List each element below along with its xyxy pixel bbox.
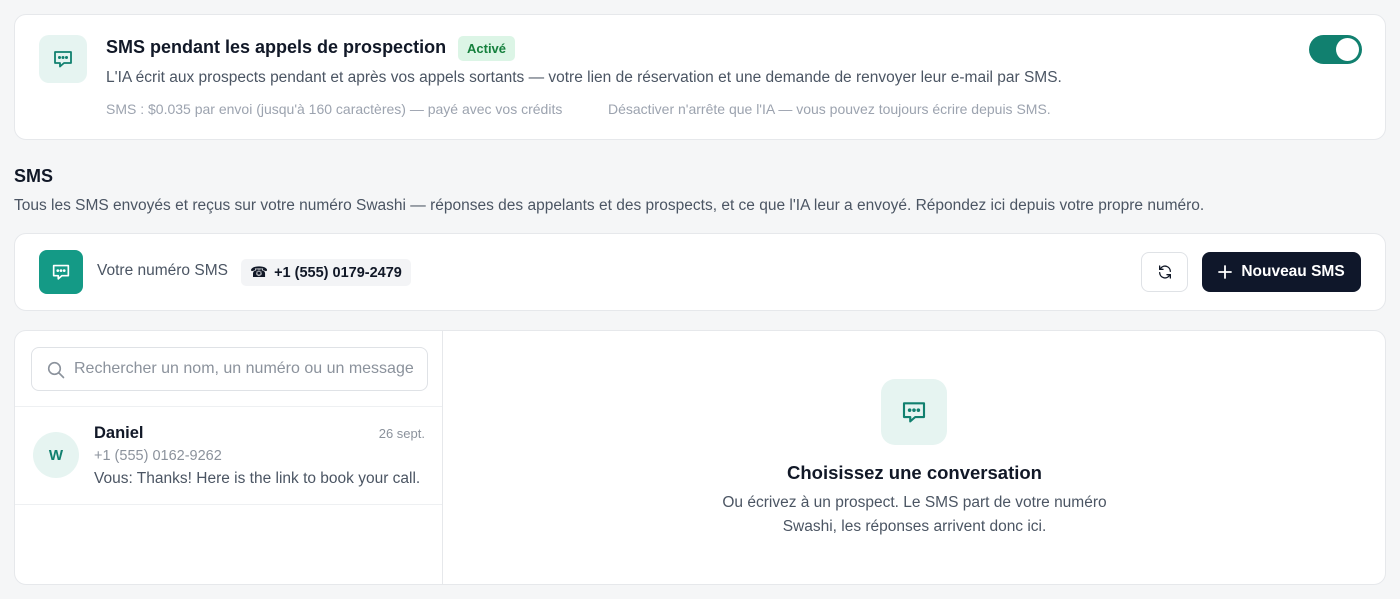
section-subtitle: Tous les SMS envoyés et reçus sur votre … — [14, 197, 1205, 214]
empty-state-line-2: Swashi, les réponses arrivent donc ici. — [782, 518, 1047, 535]
new-sms-label: Nouveau SMS — [1241, 263, 1345, 280]
chat-bubble-icon — [881, 379, 947, 445]
feature-toggle[interactable] — [1309, 35, 1362, 64]
refresh-icon — [1158, 265, 1171, 279]
conversation-name: Daniel — [94, 424, 144, 442]
sms-number-value: +1 (555) 0179-2479 — [274, 264, 402, 281]
pricing-note: SMS : $0.035 par envoi (jusqu'à 160 cara… — [106, 101, 563, 117]
empty-state-title: Choisissez une conversation — [787, 462, 1042, 483]
search-icon — [46, 360, 66, 380]
disable-note: Désactiver n'arrête que l'IA — vous pouv… — [608, 101, 1051, 117]
status-badge: Activé — [458, 36, 516, 61]
conversation-list-pane: W Daniel 26 sept. +1 (555) 0162-9262 Vou… — [15, 331, 443, 584]
conversation-date: 26 sept. — [378, 426, 425, 441]
new-sms-button[interactable]: Nouveau SMS — [1202, 252, 1361, 292]
sms-number-chip: ☎ +1 (555) 0179-2479 — [241, 259, 411, 286]
conversation-preview: Vous: Thanks! Here is the link to book y… — [94, 470, 421, 487]
section-title: SMS — [14, 166, 54, 186]
empty-state-description: Ou écrivez à un prospect. Le SMS part de… — [444, 491, 1385, 539]
chat-bubble-icon — [39, 35, 87, 83]
search-box[interactable] — [31, 347, 428, 391]
ai-sms-feature-card: SMS pendant les appels de prospection Ac… — [14, 14, 1386, 140]
chat-bubble-icon — [39, 250, 83, 294]
feature-description: L'IA écrit aux prospects pendant et aprè… — [106, 69, 1062, 86]
empty-state-line-1: Ou écrivez à un prospect. Le SMS part de… — [722, 494, 1107, 511]
sms-number-label: Votre numéro SMS — [97, 262, 228, 279]
search-input[interactable] — [74, 348, 424, 390]
messages-panel: W Daniel 26 sept. +1 (555) 0162-9262 Vou… — [14, 330, 1386, 585]
phone-icon: ☎ — [250, 264, 269, 281]
plus-icon — [1218, 265, 1233, 279]
refresh-button[interactable] — [1141, 252, 1188, 292]
conversation-empty-state: Choisissez une conversation Ou écrivez à… — [444, 331, 1385, 584]
conversation-phone: +1 (555) 0162-9262 — [94, 448, 222, 464]
conversation-item[interactable]: W Daniel 26 sept. +1 (555) 0162-9262 Vou… — [15, 406, 442, 505]
feature-title: SMS pendant les appels de prospection — [106, 37, 447, 57]
sms-number-bar: Votre numéro SMS ☎ +1 (555) 0179-2479 No… — [14, 233, 1386, 311]
avatar: W — [33, 432, 79, 478]
toggle-knob — [1336, 38, 1359, 61]
